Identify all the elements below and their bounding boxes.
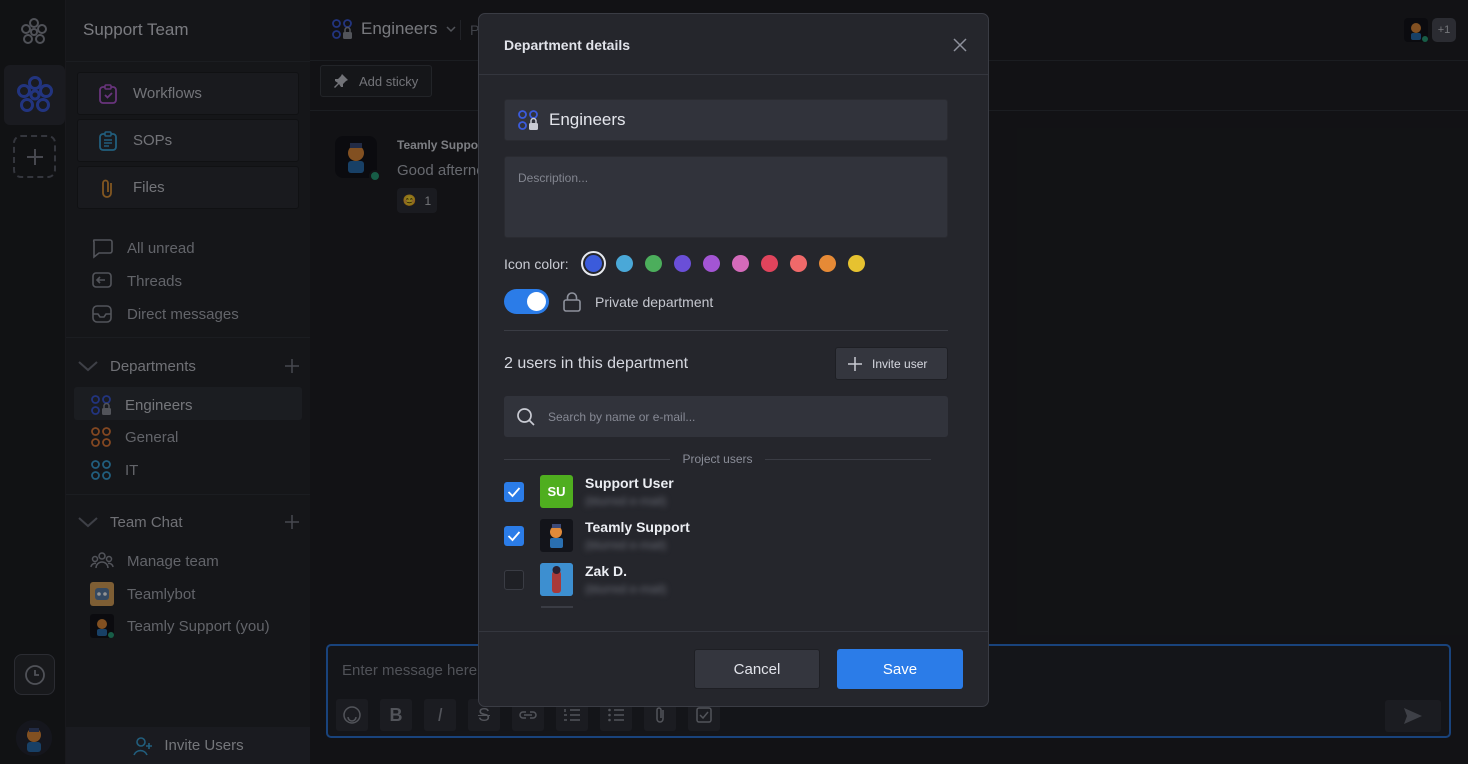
avatar <box>540 519 573 552</box>
invite-user-label: Invite user <box>872 356 928 371</box>
user-info: Teamly Support (blurred e-mail) <box>585 519 690 552</box>
color-swatch[interactable] <box>644 255 662 272</box>
private-label: Private department <box>595 293 714 310</box>
save-button[interactable]: Save <box>837 649 963 689</box>
toggle-knob <box>527 292 546 311</box>
dialog-header: Department details <box>479 14 988 75</box>
user-email: (blurred e-mail) <box>585 582 667 596</box>
search-icon <box>517 407 535 426</box>
users-count: 2 users in this department <box>504 355 689 372</box>
color-swatch[interactable] <box>702 255 720 272</box>
line <box>504 458 671 460</box>
avatar <box>540 563 573 596</box>
user-info: Zak D. (blurred e-mail) <box>585 563 666 596</box>
color-swatch[interactable] <box>731 255 749 272</box>
user-name: Teamly Support <box>585 519 690 535</box>
lock-icon <box>563 291 581 312</box>
divider <box>504 330 948 331</box>
color-swatch[interactable] <box>789 255 807 272</box>
department-details-dialog: Department details Engineers Description… <box>478 13 989 707</box>
project-users-divider: Project users <box>504 452 931 466</box>
user-email: (blurred e-mail) <box>585 494 667 508</box>
private-department-row: Private department <box>504 289 713 314</box>
user-checkbox[interactable] <box>504 481 524 502</box>
user-name: Zak D. <box>585 563 628 579</box>
user-checkbox[interactable] <box>504 569 524 590</box>
avatar: SU <box>540 475 573 508</box>
user-checkbox[interactable] <box>504 525 524 546</box>
color-swatch-selected[interactable] <box>580 251 606 276</box>
user-search-input[interactable]: Search by name or e-mail... <box>504 396 948 437</box>
department-name-field[interactable]: Engineers <box>504 99 948 141</box>
cancel-button[interactable]: Cancel <box>694 649 820 689</box>
user-info: Support User (blurred e-mail) <box>585 475 674 508</box>
icon-color-label: Icon color: <box>504 255 569 272</box>
search-placeholder: Search by name or e-mail... <box>548 409 696 424</box>
user-name: Support User <box>585 475 674 491</box>
user-row[interactable]: Teamly Support (blurred e-mail) <box>504 519 690 552</box>
project-users-label: Project users <box>682 452 753 466</box>
close-icon[interactable] <box>953 38 967 52</box>
color-swatch[interactable] <box>847 255 865 272</box>
line <box>764 458 931 460</box>
color-swatch[interactable] <box>818 255 836 272</box>
dialog-title: Department details <box>504 37 631 53</box>
color-swatch[interactable] <box>760 255 778 272</box>
plus-icon <box>848 356 862 371</box>
private-toggle[interactable] <box>504 289 549 314</box>
dialog-footer-divider <box>479 631 988 632</box>
scroll-edge <box>541 606 573 608</box>
icon-color-row: Icon color: <box>504 251 865 276</box>
department-name-value: Engineers <box>549 110 626 129</box>
check-icon <box>507 530 521 541</box>
color-swatches <box>580 251 865 276</box>
check-icon <box>507 486 521 497</box>
color-swatch[interactable] <box>615 255 633 272</box>
user-email: (blurred e-mail) <box>585 538 667 552</box>
private-department-icon <box>518 110 538 130</box>
color-swatch[interactable] <box>673 255 691 272</box>
user-row[interactable]: Zak D. (blurred e-mail) <box>504 563 666 596</box>
invite-user-button[interactable]: Invite user <box>835 347 948 380</box>
description-field[interactable]: Description... <box>504 156 948 238</box>
user-row[interactable]: SU Support User (blurred e-mail) <box>504 475 674 508</box>
